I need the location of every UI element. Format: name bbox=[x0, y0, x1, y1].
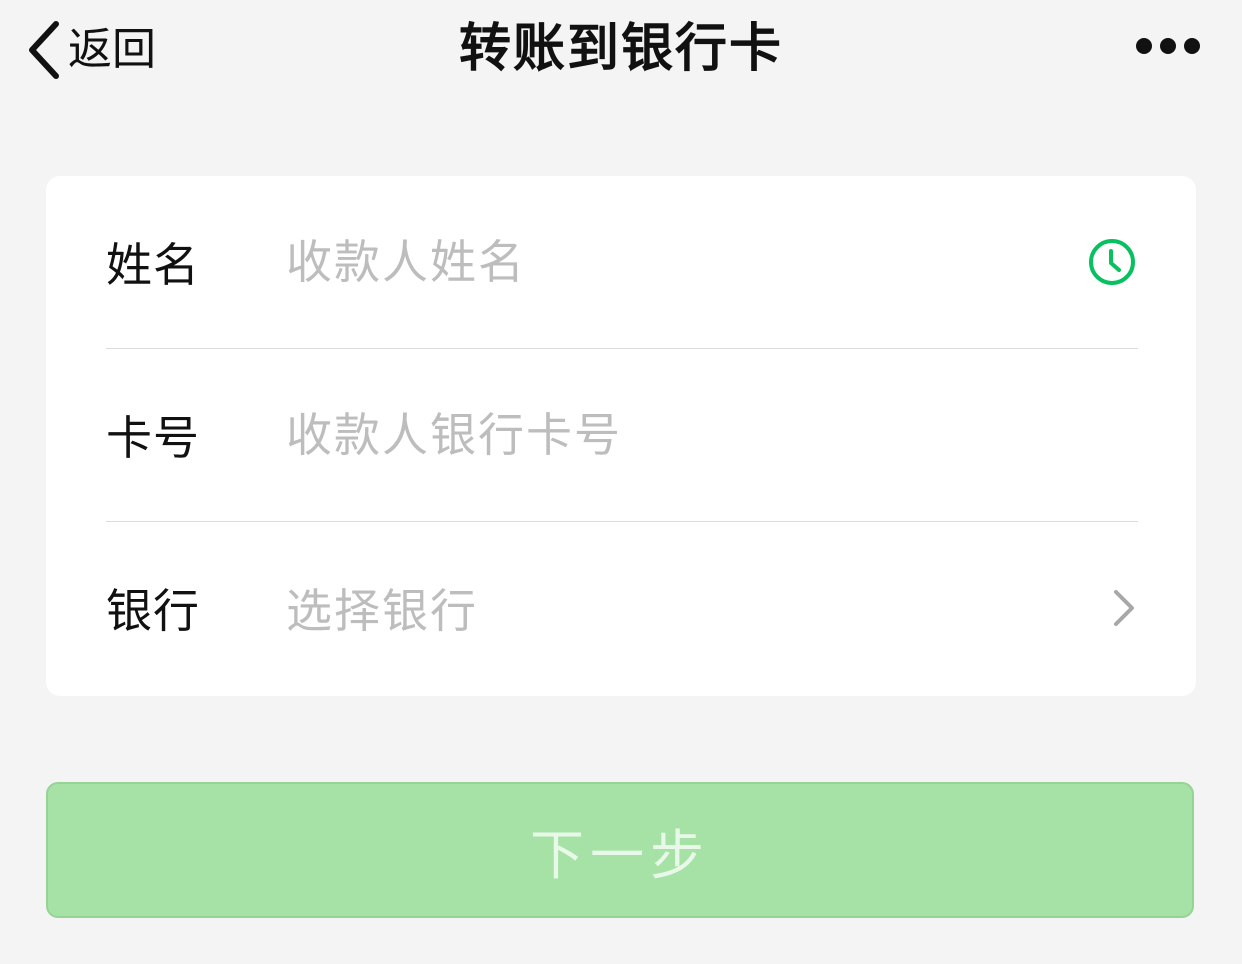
transfer-form-card: 姓名 卡号 银行 选择银行 bbox=[46, 176, 1196, 696]
next-step-button[interactable]: 下一步 bbox=[46, 782, 1194, 918]
navigation-bar: 返回 转账到银行卡 bbox=[0, 0, 1242, 100]
name-label: 姓名 bbox=[106, 238, 200, 292]
card-number-row: 卡号 bbox=[106, 349, 1138, 521]
chevron-right-icon bbox=[1098, 582, 1138, 634]
more-options-button[interactable] bbox=[1136, 38, 1200, 54]
bank-label: 银行 bbox=[106, 584, 200, 638]
card-number-input[interactable] bbox=[286, 395, 1138, 475]
clock-icon[interactable] bbox=[1086, 236, 1138, 288]
more-dots-icon bbox=[1136, 38, 1200, 54]
page-title: 转账到银行卡 bbox=[458, 19, 783, 79]
recipient-name-input[interactable] bbox=[286, 222, 1086, 302]
name-row: 姓名 bbox=[106, 176, 1138, 348]
bank-select-placeholder: 选择银行 bbox=[286, 584, 478, 638]
card-number-label: 卡号 bbox=[106, 411, 200, 465]
bank-select-row[interactable]: 银行 选择银行 bbox=[106, 522, 1138, 694]
